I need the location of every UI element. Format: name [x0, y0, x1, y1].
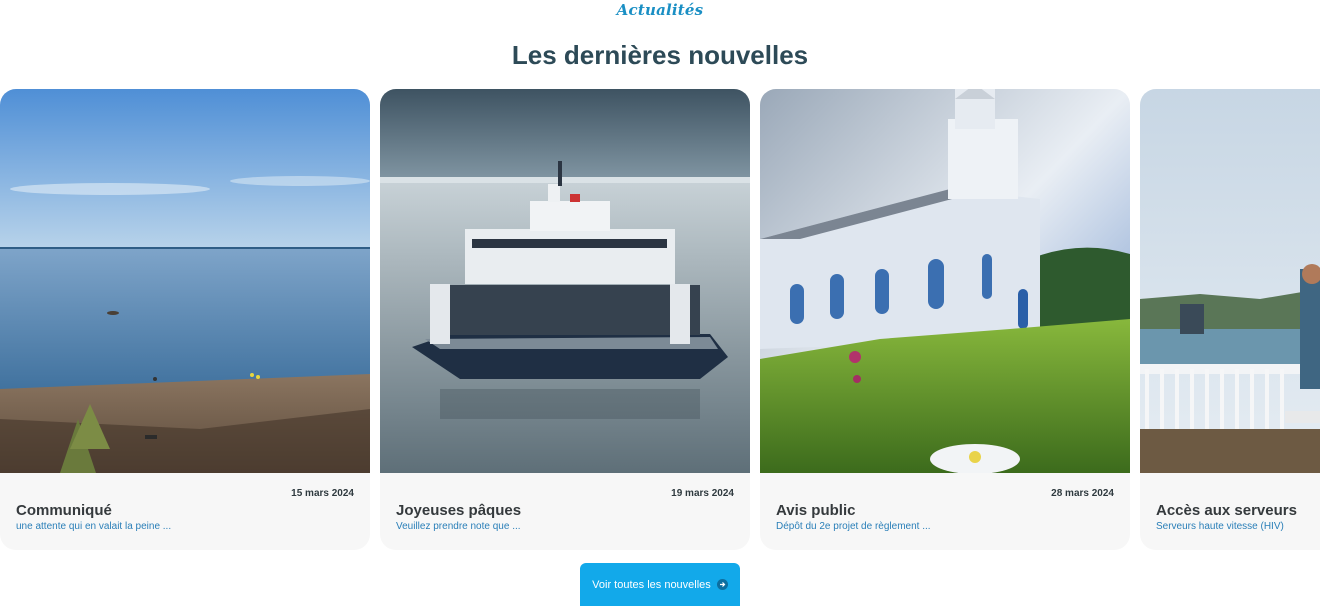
news-title[interactable]: Joyeuses pâques: [396, 502, 521, 519]
news-title[interactable]: Accès aux serveurs: [1156, 502, 1297, 519]
deck-view-photo: [1140, 89, 1320, 473]
news-card[interactable]: Accès aux serveurs Serveurs haute vitess…: [1140, 89, 1320, 550]
news-card[interactable]: 19 mars 2024 Joyeuses pâques Veuillez pr…: [380, 89, 750, 550]
news-excerpt: Serveurs haute vitesse (HIV): [1156, 521, 1284, 532]
news-excerpt: une attente qui en valait la peine ...: [16, 521, 172, 532]
section-title: Les dernières nouvelles: [511, 40, 809, 70]
news-date: 28 mars 2024: [1051, 488, 1114, 499]
section-eyebrow: Actualités: [616, 1, 704, 19]
arrow-right-circle-icon: [716, 579, 728, 590]
beach-shoreline-photo: [0, 89, 370, 473]
news-date: 15 mars 2024: [291, 488, 354, 499]
news-title[interactable]: Communiqué: [16, 502, 112, 519]
news-title[interactable]: Avis public: [776, 502, 855, 519]
white-church-photo: [760, 89, 1130, 473]
view-all-news-button[interactable]: Voir toutes les nouvelles: [580, 563, 740, 606]
news-excerpt: Veuillez prendre note que ...: [396, 521, 521, 532]
news-excerpt: Dépôt du 2e projet de règlement ...: [776, 521, 931, 532]
ferry-boat-photo: [380, 89, 750, 473]
news-date: 19 mars 2024: [671, 488, 734, 499]
news-card[interactable]: 28 mars 2024 Avis public Dépôt du 2e pro…: [760, 89, 1130, 550]
news-card[interactable]: 15 mars 2024 Communiqué une attente qui …: [0, 89, 370, 550]
view-all-news-label: Voir toutes les nouvelles: [592, 578, 711, 591]
